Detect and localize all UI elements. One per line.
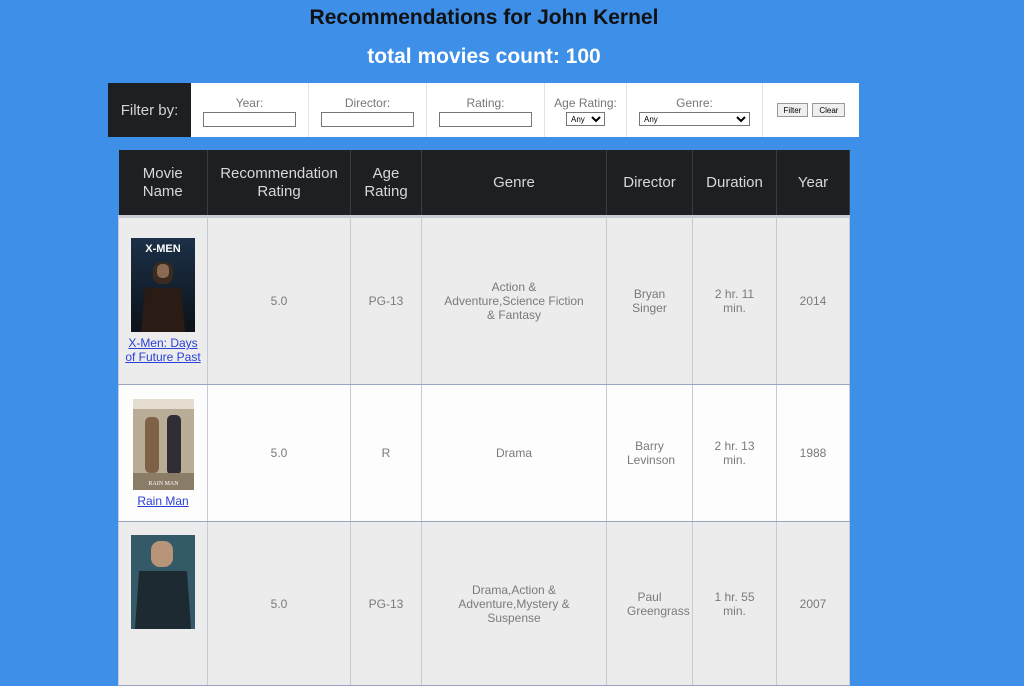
column-header-director: Director: [606, 150, 693, 218]
age-rating-cell: PG-13: [350, 216, 422, 385]
recommendation-rating-cell: 5.0: [207, 521, 351, 686]
filter-bar: Filter by: Year: Director: Rating: Age R…: [108, 83, 859, 137]
clear-button[interactable]: Clear: [812, 103, 846, 117]
genre-label: Genre:: [676, 96, 713, 110]
duration-cell: 2 hr. 11 min.: [692, 216, 777, 385]
age-rating-cell: PG-13: [350, 521, 422, 686]
duration-cell: 1 hr. 55 min.: [692, 521, 777, 686]
rating-label: Rating:: [466, 96, 505, 110]
age-rating-cell: R: [350, 384, 422, 522]
movies-count: total movies count: 100: [367, 45, 601, 68]
genre-cell: Drama,Action & Adventure,Mystery & Suspe…: [421, 521, 607, 686]
director-filter: Director:: [309, 83, 427, 137]
age-rating-label: Age Rating:: [554, 96, 617, 110]
filter-buttons: Filter Clear: [763, 83, 859, 137]
svg-text:X-MEN: X-MEN: [145, 243, 181, 255]
table-header-row: Movie Name Recommendation Rating Age Rat…: [118, 150, 850, 218]
year-cell: 2007: [776, 521, 850, 686]
director-cell: Barry Levinson: [606, 384, 693, 522]
column-header-movie-name: Movie Name: [118, 150, 208, 218]
movie-name-cell: RAIN MAN Rain Man: [118, 384, 208, 522]
svg-text:RAIN MAN: RAIN MAN: [148, 481, 179, 487]
movie-poster-image[interactable]: X-MEN: [131, 238, 195, 332]
movie-poster-image[interactable]: [131, 535, 195, 629]
filter-label: Filter by:: [108, 83, 191, 137]
column-header-age-rating: Age Rating: [350, 150, 422, 218]
genre-cell: Action & Adventure,Science Fiction & Fan…: [421, 216, 607, 385]
genre-filter: Genre: Any: [627, 83, 763, 137]
column-header-year: Year: [776, 150, 850, 218]
year-label: Year:: [235, 96, 264, 110]
movie-table: Movie Name Recommendation Rating Age Rat…: [118, 150, 850, 686]
recommendation-rating-cell: 5.0: [207, 384, 351, 522]
director-cell: Paul Greengrass: [606, 521, 693, 686]
genre-select[interactable]: Any: [639, 112, 750, 126]
year-cell: 2014: [776, 216, 850, 385]
age-rating-filter: Age Rating: Any: [545, 83, 627, 137]
director-label: Director:: [344, 96, 391, 110]
genre-cell: Drama: [421, 384, 607, 522]
movie-name-cell: [118, 521, 208, 686]
rating-filter: Rating:: [427, 83, 545, 137]
movie-title-link[interactable]: Rain Man: [137, 494, 188, 508]
year-filter: Year:: [191, 83, 309, 137]
filter-button[interactable]: Filter: [776, 103, 809, 117]
movie-title-link[interactable]: X-Men: Days of Future Past: [125, 336, 200, 364]
column-header-duration: Duration: [692, 150, 777, 218]
table-row: 5.0 PG-13 Drama,Action & Adventure,Myste…: [118, 521, 850, 686]
rating-input[interactable]: [439, 112, 532, 127]
year-cell: 1988: [776, 384, 850, 522]
director-cell: Bryan Singer: [606, 216, 693, 385]
column-header-recommendation-rating: Recommendation Rating: [207, 150, 351, 218]
movie-poster-image[interactable]: RAIN MAN: [132, 398, 194, 490]
table-row: X-MEN X-Men: Days of Future Past 5.0 PG-…: [118, 216, 850, 385]
column-header-genre: Genre: [421, 150, 607, 218]
director-input[interactable]: [321, 112, 414, 127]
age-rating-select[interactable]: Any: [566, 112, 605, 126]
movie-name-cell: X-MEN X-Men: Days of Future Past: [118, 216, 208, 385]
table-row: RAIN MAN Rain Man 5.0 R Drama Barry Levi…: [118, 384, 850, 522]
recommendation-rating-cell: 5.0: [207, 216, 351, 385]
year-input[interactable]: [203, 112, 296, 127]
page-title: Recommendations for John Kernel: [309, 6, 659, 29]
duration-cell: 2 hr. 13 min.: [692, 384, 777, 522]
